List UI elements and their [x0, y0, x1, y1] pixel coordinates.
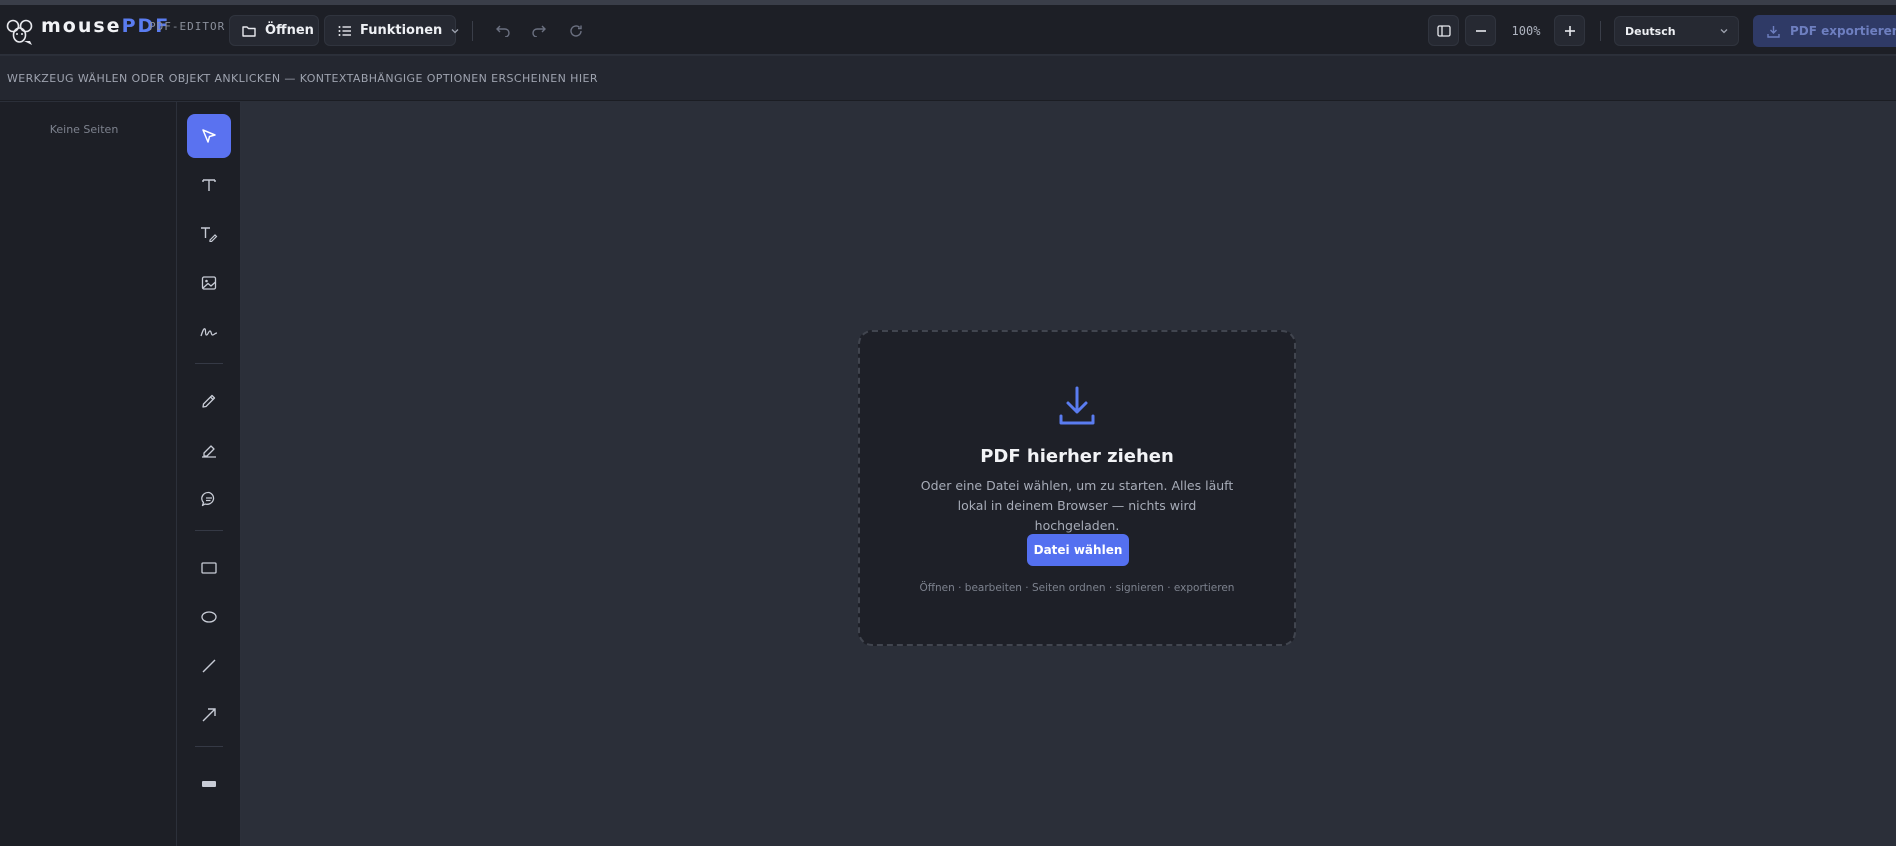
- functions-button-label: Funktionen: [360, 23, 443, 38]
- signature-icon: [200, 328, 218, 337]
- folder-icon: [242, 25, 256, 37]
- sidebar-icon: [1436, 24, 1451, 37]
- toolbar-divider: [1600, 21, 1601, 41]
- tool-divider: [195, 530, 223, 531]
- language-select-value: Deutsch: [1625, 24, 1676, 38]
- refresh-icon: [569, 24, 582, 37]
- tool-select[interactable]: [187, 114, 231, 158]
- pages-sidebar: Keine Seiten: [0, 102, 177, 846]
- no-pages-text: Keine Seiten: [49, 123, 119, 136]
- arrow-icon: [202, 708, 216, 722]
- tool-redact[interactable]: [187, 762, 231, 806]
- choose-file-button[interactable]: Datei wählen: [1027, 534, 1129, 566]
- tool-divider: [195, 363, 223, 364]
- chevron-down-icon: [1720, 29, 1728, 34]
- redact-bar-icon: [202, 781, 216, 787]
- undo-icon: [495, 25, 510, 37]
- dropzone-description: Oder eine Datei wählen, um zu starten. A…: [920, 478, 1234, 533]
- tool-signature[interactable]: [187, 310, 231, 354]
- image-icon: [201, 276, 217, 290]
- tool-text-edit[interactable]: [187, 212, 231, 256]
- tool-pencil[interactable]: [187, 379, 231, 423]
- context-hint-text: WERKZEUG WÄHLEN ODER OBJEKT ANKLICKEN — …: [7, 72, 598, 85]
- ellipse-icon: [201, 611, 217, 623]
- tool-arrow[interactable]: [187, 693, 231, 737]
- top-toolbar: mousePDF PDF-EDITOR Öffnen Funktionen 10…: [0, 5, 1896, 55]
- tool-rectangle[interactable]: [187, 546, 231, 590]
- open-button[interactable]: Öffnen: [229, 15, 319, 46]
- context-options-bar: WERKZEUG WÄHLEN ODER OBJEKT ANKLICKEN — …: [0, 56, 1896, 101]
- chevron-down-icon: [451, 28, 459, 33]
- plus-icon: [1564, 25, 1575, 36]
- logo-name: mouse: [41, 15, 122, 37]
- list-icon: [338, 25, 351, 36]
- tool-highlighter[interactable]: [187, 428, 231, 472]
- open-button-label: Öffnen: [265, 23, 314, 38]
- toolbar-divider: [472, 21, 473, 41]
- functions-menu-button[interactable]: Funktionen: [324, 15, 459, 46]
- undo-button[interactable]: [487, 15, 518, 46]
- dropzone-feature-list: Öffnen · bearbeiten · Seiten ordnen · si…: [919, 582, 1235, 594]
- language-select[interactable]: Deutsch: [1614, 16, 1739, 46]
- text-pen-icon: [201, 227, 218, 242]
- mouse-logo-icon: [6, 19, 33, 45]
- redo-button[interactable]: [523, 15, 554, 46]
- minus-icon: [1475, 29, 1486, 32]
- dropzone-title: PDF hierher ziehen: [980, 446, 1174, 467]
- pencil-icon: [202, 394, 216, 408]
- tools-panel: [177, 102, 241, 846]
- download-icon: [1059, 386, 1095, 425]
- download-icon: [1767, 25, 1780, 38]
- zoom-in-button[interactable]: [1554, 15, 1585, 46]
- pdf-dropzone[interactable]: PDF hierher ziehen Oder eine Datei wähle…: [858, 330, 1296, 646]
- tool-divider: [195, 746, 223, 747]
- cursor-arrow-icon: [202, 129, 216, 143]
- comment-icon: [201, 491, 215, 507]
- rectangle-icon: [201, 562, 217, 574]
- tool-line[interactable]: [187, 644, 231, 688]
- export-pdf-button[interactable]: PDF exportieren: [1753, 15, 1896, 47]
- zoom-level: 100%: [1511, 24, 1541, 38]
- line-icon: [202, 659, 216, 673]
- tool-image[interactable]: [187, 261, 231, 305]
- zoom-out-button[interactable]: [1465, 15, 1496, 46]
- tool-text[interactable]: [187, 163, 231, 207]
- redo-icon: [531, 25, 546, 37]
- highlighter-icon: [202, 445, 216, 458]
- toggle-sidebar-button[interactable]: [1428, 15, 1459, 46]
- logo-subtitle: PDF-EDITOR: [149, 20, 226, 33]
- tool-ellipse[interactable]: [187, 595, 231, 639]
- reset-button[interactable]: [560, 15, 591, 46]
- text-icon: [202, 179, 216, 191]
- export-button-label: PDF exportieren: [1790, 24, 1896, 38]
- tool-comment[interactable]: [187, 477, 231, 521]
